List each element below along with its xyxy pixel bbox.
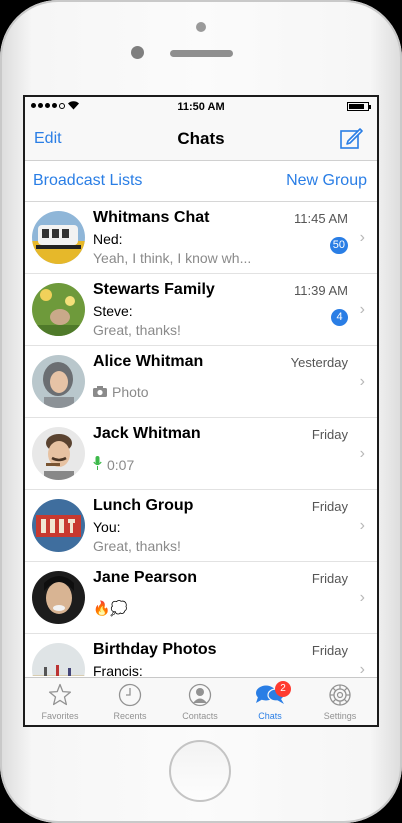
chat-preview-row: Photo xyxy=(93,384,149,400)
camera-icon xyxy=(93,384,107,400)
tab-label: Settings xyxy=(323,711,357,721)
status-bar: 11:50 AM xyxy=(25,97,377,117)
chat-row-stewarts-family[interactable]: Stewarts Family 11:39 AM Steve: Great, t… xyxy=(25,274,377,346)
chat-name: Lunch Group xyxy=(93,497,194,514)
home-button[interactable] xyxy=(169,740,231,802)
tab-contacts[interactable]: Contacts xyxy=(165,678,235,725)
chat-name: Jack Whitman xyxy=(93,425,201,442)
chat-preview: Yeah, I think, I know wh... xyxy=(93,250,252,266)
chat-name: Birthday Photos xyxy=(93,641,217,658)
chat-time: Yesterday xyxy=(290,355,348,370)
chat-row-lunch-group[interactable]: Lunch Group Friday You: Great, thanks! › xyxy=(25,490,377,562)
chat-name: Stewarts Family xyxy=(93,281,215,298)
avatar xyxy=(32,283,85,336)
tab-recents[interactable]: Recents xyxy=(95,678,165,725)
broadcast-lists-link[interactable]: Broadcast Lists xyxy=(33,172,142,190)
tab-settings[interactable]: Settings xyxy=(305,678,375,725)
chevron-right-icon: › xyxy=(359,661,365,676)
avatar xyxy=(32,211,85,264)
chevron-right-icon: › xyxy=(359,301,365,318)
chat-time: Friday xyxy=(311,571,348,586)
chat-preview: 🔥💭 xyxy=(93,600,128,616)
chevron-right-icon: › xyxy=(359,373,365,390)
chat-preview: Photo xyxy=(112,384,149,400)
avatar xyxy=(32,427,85,480)
person-icon xyxy=(188,683,212,707)
chat-time: 11:45 AM xyxy=(294,211,348,226)
voice-duration: 0:07 xyxy=(107,456,135,473)
chat-row-whitmans-chat[interactable]: Whitmans Chat 11:45 AM Ned: Yeah, I thin… xyxy=(25,202,377,274)
tab-favorites[interactable]: Favorites xyxy=(25,678,95,725)
battery-icon xyxy=(347,102,371,111)
navigation-bar: Edit Chats xyxy=(25,117,377,161)
tab-label: Favorites xyxy=(41,711,79,721)
gear-icon xyxy=(328,683,352,707)
chevron-right-icon: › xyxy=(359,229,365,246)
unread-badge: 4 xyxy=(331,309,348,326)
star-icon xyxy=(48,683,72,707)
chat-sender: Francis: xyxy=(93,663,143,676)
tab-label: Chats xyxy=(258,711,282,721)
tab-badge: 2 xyxy=(275,681,291,697)
chevron-right-icon: › xyxy=(359,589,365,606)
clock-icon xyxy=(118,683,142,707)
phone-frame: 11:50 AM Edit Chats Broadcast Lists New … xyxy=(0,0,402,823)
avatar xyxy=(32,355,85,408)
avatar xyxy=(32,499,85,552)
unread-badge: 50 xyxy=(329,237,348,254)
microphone-icon xyxy=(93,456,102,473)
screen: 11:50 AM Edit Chats Broadcast Lists New … xyxy=(23,95,379,727)
chat-name: Jane Pearson xyxy=(93,569,198,586)
chat-sender: You: xyxy=(93,519,121,535)
chat-name: Whitmans Chat xyxy=(93,209,210,226)
chat-list[interactable]: Whitmans Chat 11:45 AM Ned: Yeah, I thin… xyxy=(25,202,377,676)
chat-row-birthday-photos[interactable]: Birthday Photos Friday Francis: › xyxy=(25,634,377,676)
avatar xyxy=(32,571,85,624)
chat-row-jane-pearson[interactable]: Jane Pearson Friday 🔥💭 › xyxy=(25,562,377,634)
new-group-link[interactable]: New Group xyxy=(286,172,367,190)
chat-time: Friday xyxy=(311,643,348,658)
proximity-sensor xyxy=(196,22,206,32)
chat-time: Friday xyxy=(311,499,348,514)
chat-time: 11:39 AM xyxy=(294,283,348,298)
chat-preview: Great, thanks! xyxy=(93,538,181,554)
chat-row-jack-whitman[interactable]: Jack Whitman Friday 0:07 › xyxy=(25,418,377,490)
chat-preview-row: 0:07 xyxy=(93,456,134,473)
chat-row-alice-whitman[interactable]: Alice Whitman Yesterday Photo › xyxy=(25,346,377,418)
chat-name: Alice Whitman xyxy=(93,353,204,370)
status-time: 11:50 AM xyxy=(177,101,225,113)
chat-preview: Great, thanks! xyxy=(93,322,181,338)
page-title: Chats xyxy=(177,129,225,148)
chat-sender: Steve: xyxy=(93,303,133,319)
avatar xyxy=(32,643,85,676)
compose-icon[interactable] xyxy=(339,126,363,150)
tab-chats[interactable]: 2 Chats xyxy=(235,678,305,725)
chevron-right-icon: › xyxy=(359,517,365,534)
front-camera xyxy=(131,46,144,59)
tab-label: Recents xyxy=(113,711,147,721)
chat-preview-row: 🔥💭 xyxy=(93,600,128,617)
earpiece-speaker xyxy=(170,50,233,57)
chat-actions-bar: Broadcast Lists New Group xyxy=(25,161,377,202)
tab-label: Contacts xyxy=(182,711,218,721)
chat-time: Friday xyxy=(311,427,348,442)
tab-bar: Favorites Recents Contacts 2 Chats Setti… xyxy=(25,677,377,725)
chat-sender: Ned: xyxy=(93,231,123,247)
chevron-right-icon: › xyxy=(359,445,365,462)
